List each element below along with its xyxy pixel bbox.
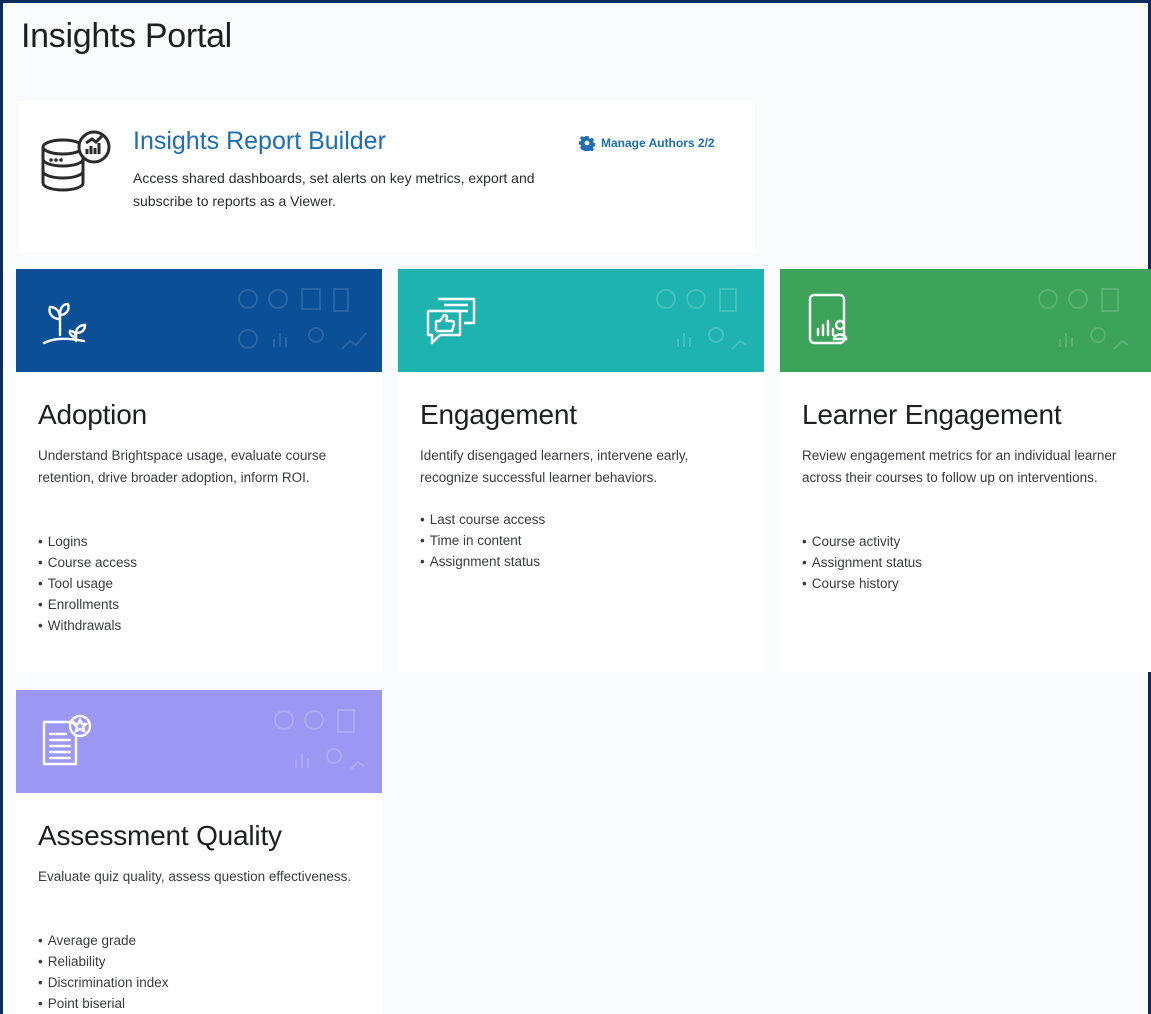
tile-banner-adoption <box>16 269 382 372</box>
report-builder-description: Access shared dashboards, set alerts on … <box>133 170 535 209</box>
list-item: Course access <box>38 552 137 573</box>
metric-list: Average grade Reliability Discrimination… <box>38 930 169 1014</box>
tile-description: Understand Brightspace usage, evaluate c… <box>38 448 327 485</box>
list-item: Reliability <box>38 951 169 972</box>
tile-title[interactable]: Adoption <box>38 399 147 431</box>
tile-learner-engagement[interactable]: Learner Engagement Review engagement met… <box>780 269 1151 672</box>
report-builder-card: Insights Report Builder Access shared da… <box>19 101 755 253</box>
manage-authors-label: Manage Authors 2/2 <box>601 136 715 150</box>
list-item: Withdrawals <box>38 615 137 636</box>
tile-banner-engagement <box>398 269 764 372</box>
tile-description: Review engagement metrics for an individ… <box>802 448 1117 485</box>
list-item: Point biserial <box>38 993 169 1014</box>
tablet-chart-person-icon <box>808 293 848 345</box>
list-item: Course activity <box>802 531 922 552</box>
gear-icon <box>579 136 595 151</box>
tile-title[interactable]: Learner Engagement <box>802 399 1062 431</box>
list-item: Average grade <box>38 930 169 951</box>
sprout-icon <box>42 302 87 345</box>
tile-description: Identify disengaged learners, intervene … <box>420 448 689 485</box>
tile-description: Evaluate quiz quality, assess question e… <box>38 869 352 884</box>
metric-list: Course activity Assignment status Course… <box>802 531 922 594</box>
list-item: Last course access <box>420 509 546 530</box>
database-report-icon <box>41 130 111 192</box>
list-item: Discrimination index <box>38 972 169 993</box>
tile-banner-learner-engagement <box>780 269 1151 372</box>
list-item: Enrollments <box>38 594 137 615</box>
tile-title[interactable]: Engagement <box>420 399 577 431</box>
report-builder-link[interactable]: Insights Report Builder <box>133 127 386 156</box>
list-item: Tool usage <box>38 573 137 594</box>
chat-thumbs-up-icon <box>426 297 476 345</box>
document-badge-icon <box>42 714 92 766</box>
tile-assessment-quality[interactable]: Assessment Quality Evaluate quiz quality… <box>16 690 382 1014</box>
list-item: Time in content <box>420 530 545 551</box>
portal-frame: Insights Portal Insights Report Builder … <box>0 0 1151 1014</box>
manage-authors-link[interactable]: Manage Authors 2/2 <box>579 135 715 151</box>
tile-engagement[interactable]: Engagement Identify disengaged learners,… <box>398 269 764 672</box>
tile-banner-assessment-quality <box>16 690 382 793</box>
metric-list: Logins Course access Tool usage Enrollme… <box>38 531 137 636</box>
list-item: Assignment status <box>420 551 545 572</box>
metric-list: Last course access Time in content Assig… <box>420 509 546 572</box>
page-title: Insights Portal <box>21 17 232 55</box>
tile-adoption[interactable]: Adoption Understand Brightspace usage, e… <box>16 269 382 672</box>
list-item: Course history <box>802 573 922 594</box>
list-item: Logins <box>38 531 137 552</box>
tile-title[interactable]: Assessment Quality <box>38 820 282 852</box>
list-item: Assignment status <box>802 552 922 573</box>
